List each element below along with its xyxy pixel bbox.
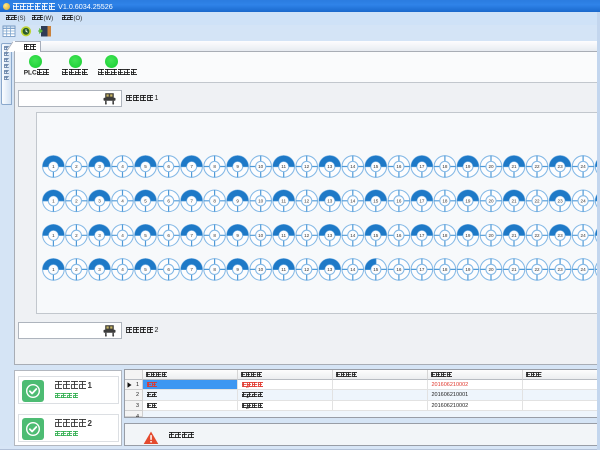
svg-text:20: 20 <box>488 199 494 204</box>
svg-text:1: 1 <box>52 199 55 204</box>
svg-text:7: 7 <box>190 164 193 169</box>
svg-text:4: 4 <box>121 199 124 204</box>
svg-text:11: 11 <box>281 233 286 238</box>
svg-text:9: 9 <box>236 233 239 238</box>
svg-text:12: 12 <box>304 233 310 238</box>
svg-text:18: 18 <box>442 267 448 272</box>
svg-text:22: 22 <box>534 164 540 169</box>
svg-text:12: 12 <box>304 267 310 272</box>
svg-text:21: 21 <box>511 199 517 204</box>
svg-text:19: 19 <box>465 199 471 204</box>
svg-text:3: 3 <box>98 233 101 238</box>
svg-text:7: 7 <box>190 267 193 272</box>
svg-text:1: 1 <box>52 164 55 169</box>
svg-text:16: 16 <box>396 233 402 238</box>
svg-text:2: 2 <box>75 233 78 238</box>
svg-text:12: 12 <box>304 164 310 169</box>
svg-text:15: 15 <box>373 199 379 204</box>
svg-text:19: 19 <box>465 267 471 272</box>
svg-text:10: 10 <box>258 267 264 272</box>
svg-text:15: 15 <box>373 267 379 272</box>
svg-text:7: 7 <box>190 199 193 204</box>
svg-text:9: 9 <box>236 164 239 169</box>
svg-text:5: 5 <box>144 267 147 272</box>
svg-text:24: 24 <box>581 233 587 238</box>
svg-text:15: 15 <box>373 164 379 169</box>
svg-text:2: 2 <box>75 164 78 169</box>
svg-text:23: 23 <box>558 164 564 169</box>
svg-text:23: 23 <box>558 267 564 272</box>
svg-text:6: 6 <box>167 164 170 169</box>
svg-text:23: 23 <box>558 199 564 204</box>
svg-text:4: 4 <box>121 164 124 169</box>
svg-text:8: 8 <box>213 164 216 169</box>
svg-text:11: 11 <box>281 199 286 204</box>
svg-text:19: 19 <box>465 164 471 169</box>
svg-text:3: 3 <box>98 199 101 204</box>
svg-text:10: 10 <box>258 233 264 238</box>
svg-text:17: 17 <box>419 267 425 272</box>
svg-text:17: 17 <box>419 164 425 169</box>
svg-text:9: 9 <box>236 267 239 272</box>
svg-text:2: 2 <box>75 199 78 204</box>
svg-text:1: 1 <box>52 233 55 238</box>
svg-text:10: 10 <box>258 199 264 204</box>
svg-text:8: 8 <box>213 233 216 238</box>
svg-text:10: 10 <box>258 164 264 169</box>
svg-text:22: 22 <box>534 199 540 204</box>
svg-text:5: 5 <box>144 233 147 238</box>
svg-text:16: 16 <box>396 199 402 204</box>
svg-text:21: 21 <box>511 233 517 238</box>
svg-text:20: 20 <box>488 233 494 238</box>
svg-text:16: 16 <box>396 267 402 272</box>
svg-text:13: 13 <box>327 164 333 169</box>
svg-text:5: 5 <box>144 199 147 204</box>
svg-text:13: 13 <box>327 233 333 238</box>
svg-text:4: 4 <box>121 233 124 238</box>
svg-text:1: 1 <box>52 267 55 272</box>
svg-text:24: 24 <box>581 199 587 204</box>
svg-text:5: 5 <box>144 164 147 169</box>
svg-text:11: 11 <box>281 267 286 272</box>
svg-text:14: 14 <box>350 233 356 238</box>
svg-text:23: 23 <box>558 233 564 238</box>
svg-text:17: 17 <box>419 199 425 204</box>
svg-text:7: 7 <box>190 233 193 238</box>
svg-text:24: 24 <box>581 164 587 169</box>
svg-text:20: 20 <box>488 267 494 272</box>
svg-text:8: 8 <box>213 267 216 272</box>
svg-text:3: 3 <box>98 267 101 272</box>
svg-text:9: 9 <box>236 199 239 204</box>
svg-text:24: 24 <box>581 267 587 272</box>
svg-text:12: 12 <box>304 199 310 204</box>
svg-text:21: 21 <box>511 267 517 272</box>
svg-text:14: 14 <box>350 267 356 272</box>
svg-text:18: 18 <box>442 164 448 169</box>
svg-text:13: 13 <box>327 267 333 272</box>
svg-text:13: 13 <box>327 199 333 204</box>
svg-text:22: 22 <box>534 233 540 238</box>
svg-text:6: 6 <box>167 233 170 238</box>
svg-text:2: 2 <box>75 267 78 272</box>
svg-text:20: 20 <box>488 164 494 169</box>
svg-text:14: 14 <box>350 164 356 169</box>
svg-text:6: 6 <box>167 199 170 204</box>
svg-text:8: 8 <box>213 199 216 204</box>
svg-text:3: 3 <box>98 164 101 169</box>
svg-text:15: 15 <box>373 233 379 238</box>
svg-text:18: 18 <box>442 233 448 238</box>
svg-text:21: 21 <box>511 164 517 169</box>
svg-text:6: 6 <box>167 267 170 272</box>
svg-text:19: 19 <box>465 233 471 238</box>
svg-text:14: 14 <box>350 199 356 204</box>
svg-text:18: 18 <box>442 199 448 204</box>
svg-text:22: 22 <box>534 267 540 272</box>
svg-text:11: 11 <box>281 164 286 169</box>
svg-text:16: 16 <box>396 164 402 169</box>
svg-text:17: 17 <box>419 233 425 238</box>
svg-text:4: 4 <box>121 267 124 272</box>
